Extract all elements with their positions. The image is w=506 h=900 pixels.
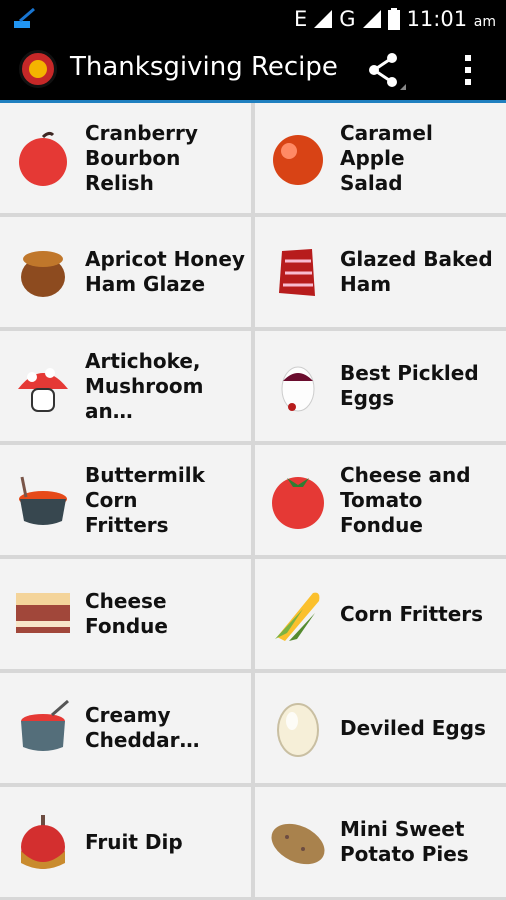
broom-icon (14, 8, 35, 28)
recipe-label: Mini Sweet Potato Pies (340, 817, 469, 866)
recipe-tile[interactable]: Cranberry Bourbon Relish (0, 103, 251, 213)
recipe-label: Apricot Honey Ham Glaze (85, 247, 245, 296)
honey-pot-icon (21, 251, 65, 297)
recipe-tile[interactable]: Mini Sweet Potato Pies (255, 787, 506, 897)
recipe-label: Fruit Dip (85, 829, 183, 854)
signal-icon-2 (362, 10, 381, 28)
clock-ampm: am (473, 14, 496, 30)
app-bar: Thanksgiving Recipe (0, 38, 506, 100)
mushroom-icon (18, 368, 68, 412)
recipe-label: Glazed Baked Ham (340, 247, 493, 296)
signal-icon (314, 10, 333, 28)
more-vert-icon[interactable] (458, 52, 478, 88)
recipe-label: Artichoke, Mushroom an… (85, 348, 204, 423)
recipe-label: Creamy Cheddar… (85, 703, 200, 752)
recipe-label: Deviled Eggs (340, 715, 486, 740)
apple-icon (19, 131, 67, 186)
tomato-icon (273, 135, 323, 185)
recipe-tile[interactable]: Cheese and Tomato Fondue (255, 445, 506, 555)
recipe-tile[interactable]: Caramel Apple Salad (255, 103, 506, 213)
app-logo-icon (19, 50, 57, 88)
recipe-label: Caramel Apple Salad (340, 120, 433, 195)
ham-icon (279, 249, 315, 296)
recipe-tile[interactable]: Cheese Fondue (0, 559, 251, 669)
status-icons: E G 11:01 am (294, 6, 496, 32)
network-type-g: G (339, 7, 356, 31)
cooking-pot-icon (19, 476, 67, 525)
recipe-tile[interactable]: Best Pickled Eggs (255, 331, 506, 441)
recipe-tile[interactable]: Apricot Honey Ham Glaze (0, 217, 251, 327)
recipe-label: Buttermilk Corn Fritters (85, 462, 205, 537)
recipe-label: Cranberry Bourbon Relish (85, 120, 198, 195)
recipe-tile[interactable]: Fruit Dip (0, 787, 251, 897)
status-bar: E G 11:01 am (0, 0, 506, 38)
recipe-grid: Cranberry Bourbon Relish Caramel Apple S… (0, 103, 506, 900)
recipe-tile[interactable]: Buttermilk Corn Fritters (0, 445, 251, 555)
app-title: Thanksgiving Recipe (70, 52, 338, 82)
tomato-icon (272, 477, 324, 529)
battery-icon (387, 8, 400, 30)
recipe-tile[interactable]: Glazed Baked Ham (255, 217, 506, 327)
recipe-label: Cheese and Tomato Fondue (340, 462, 471, 537)
recipe-label: Cheese Fondue (85, 589, 168, 638)
cake-icon (16, 593, 70, 633)
pot-icon (21, 699, 69, 751)
network-type-label: E (294, 7, 308, 31)
recipe-tile[interactable]: Artichoke, Mushroom an… (0, 331, 251, 441)
recipe-label: Corn Fritters (340, 601, 484, 626)
recipe-label: Best Pickled Eggs (340, 361, 479, 410)
potato-icon (271, 823, 325, 865)
corn-icon (275, 592, 320, 641)
egg-icon (281, 366, 315, 412)
recipe-tile[interactable]: Creamy Cheddar… (0, 673, 251, 783)
clock-time: 11:01 (406, 7, 468, 31)
recipe-tile[interactable]: Corn Fritters (255, 559, 506, 669)
egg-icon (277, 703, 319, 757)
clock: 11:01 am (407, 7, 496, 31)
share-icon[interactable] (364, 50, 406, 90)
candy-apple-icon (21, 815, 65, 869)
recipe-tile[interactable]: Deviled Eggs (255, 673, 506, 783)
